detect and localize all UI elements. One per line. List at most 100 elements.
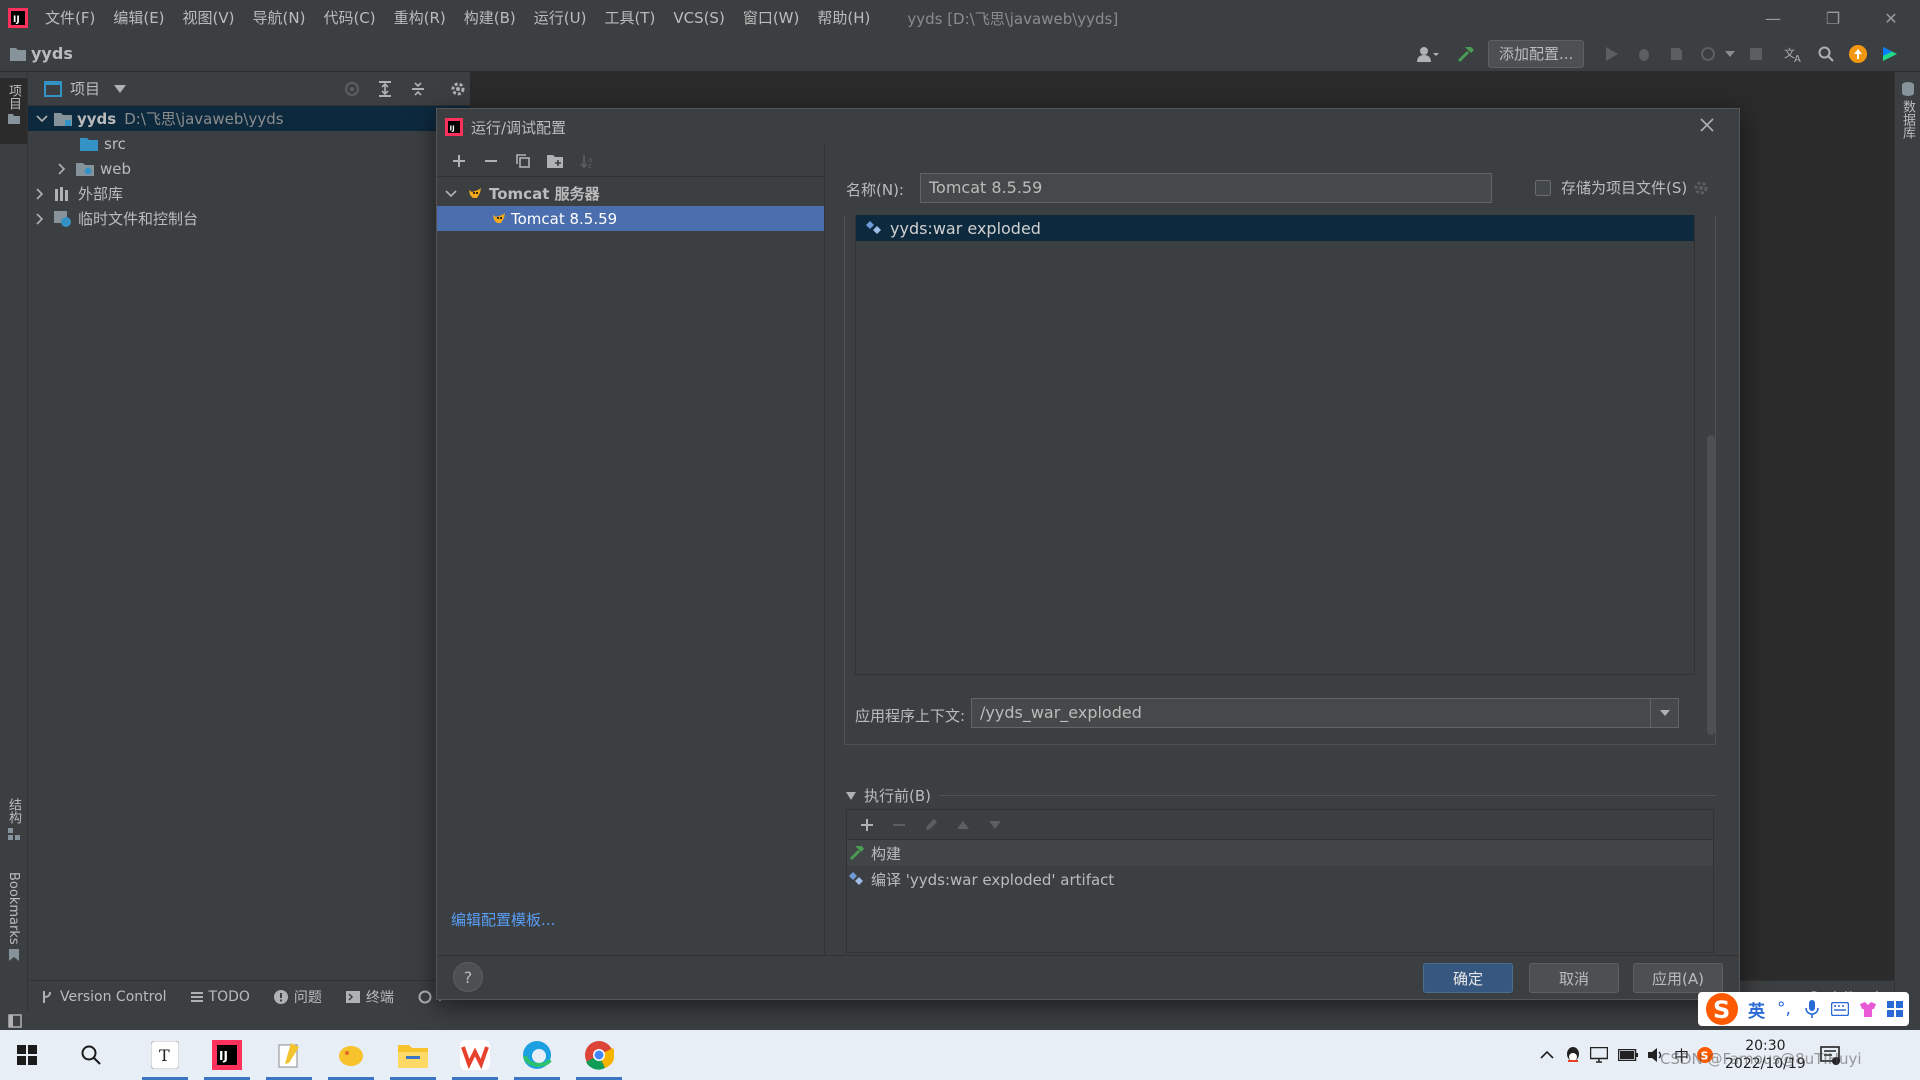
bookmarks-tool-tab[interactable]: Bookmarks	[0, 872, 27, 961]
expand-all-button[interactable]	[371, 75, 399, 103]
chevron-down-icon[interactable]	[1650, 699, 1678, 727]
run-button[interactable]	[1598, 40, 1626, 68]
tree-item-web[interactable]: web	[28, 156, 470, 181]
menu-run[interactable]: 运行(U)	[525, 0, 596, 36]
name-field[interactable]: Tomcat 8.5.59	[920, 173, 1492, 203]
toggle-tool-windows-icon[interactable]	[8, 1014, 22, 1028]
before-launch-header[interactable]: 执行前(B)	[846, 785, 1716, 806]
remove-configuration-button[interactable]	[477, 147, 505, 175]
taskbar-app-intellij[interactable]: IJ	[200, 1030, 254, 1080]
taskbar-app-notes[interactable]	[262, 1030, 316, 1080]
menu-refactor[interactable]: 重构(R)	[385, 0, 455, 36]
store-as-project-file-checkbox[interactable]: 存储为项目文件(S)	[1535, 177, 1709, 198]
close-window-button[interactable]: ✕	[1862, 0, 1920, 36]
coverage-button[interactable]	[1662, 40, 1690, 68]
tree-item-tomcat-group[interactable]: Tomcat 服务器	[437, 181, 824, 206]
dialog-close-button[interactable]	[1699, 117, 1715, 133]
more-run-actions[interactable]	[1722, 40, 1738, 68]
menu-view[interactable]: 视图(V)	[174, 0, 244, 36]
microphone-icon[interactable]	[1805, 1000, 1819, 1018]
menu-edit[interactable]: 编辑(E)	[104, 0, 173, 36]
terminal-tab[interactable]: 终端	[345, 987, 394, 1007]
application-context-combobox[interactable]: /yyds_war_exploded	[971, 698, 1679, 728]
edit-task-button[interactable]	[917, 811, 945, 839]
ime-language[interactable]: 英	[1748, 997, 1765, 1022]
menu-tools[interactable]: 工具(T)	[595, 0, 664, 36]
move-to-folder-button[interactable]	[541, 147, 569, 175]
chevron-up-icon[interactable]	[1540, 1051, 1554, 1059]
taskbar-app-edge[interactable]	[510, 1030, 564, 1080]
todo-tab[interactable]: TODO	[190, 989, 250, 1005]
remove-task-button[interactable]	[885, 811, 913, 839]
stop-button[interactable]	[1742, 40, 1770, 68]
taskbar-app-explorer[interactable]	[386, 1030, 440, 1080]
edit-configuration-templates-link[interactable]: 编辑配置模板...	[451, 909, 555, 930]
sogou-logo-icon[interactable]: S	[1704, 992, 1740, 1026]
toolbox-grid-icon[interactable]	[1886, 1001, 1903, 1017]
network-icon[interactable]	[1590, 1047, 1608, 1063]
gear-icon[interactable]	[1693, 180, 1709, 196]
move-task-down-button[interactable]	[981, 811, 1009, 839]
minimize-button[interactable]: —	[1744, 0, 1802, 36]
deployment-item[interactable]: yyds:war exploded	[856, 215, 1694, 241]
project-tool-tab[interactable]: 项目	[0, 78, 27, 144]
panel-settings-button[interactable]	[444, 75, 472, 103]
task-item[interactable]: 编译 'yyds:war exploded' artifact	[847, 866, 1713, 892]
restore-button[interactable]: ❐	[1804, 0, 1862, 36]
account-button[interactable]	[1410, 40, 1446, 68]
skin-icon[interactable]	[1859, 1001, 1877, 1017]
translate-button[interactable]: 文A	[1780, 40, 1808, 68]
add-configuration-button[interactable]	[445, 147, 473, 175]
problems-tab[interactable]: 问题	[273, 987, 322, 1007]
tree-item-external-libraries[interactable]: 外部库	[28, 181, 470, 206]
collapse-all-button[interactable]	[404, 75, 432, 103]
build-button[interactable]	[1452, 40, 1480, 68]
crosshair-icon	[344, 81, 360, 97]
locate-file-button[interactable]	[338, 75, 366, 103]
project-view-title[interactable]: 项目	[70, 78, 100, 99]
copy-configuration-button[interactable]	[509, 147, 537, 175]
menu-vcs[interactable]: VCS(S)	[664, 0, 733, 36]
database-tool-tab[interactable]: 数据库	[1895, 82, 1920, 139]
add-configuration-button[interactable]: 添加配置...	[1488, 40, 1585, 68]
punctuation-icon[interactable]: °,	[1777, 999, 1791, 1019]
cancel-button[interactable]: 取消	[1529, 963, 1619, 993]
menu-build[interactable]: 构建(B)	[455, 0, 525, 36]
sort-configurations-button[interactable]: az	[573, 147, 601, 175]
qq-icon[interactable]	[1566, 1046, 1580, 1064]
menu-help[interactable]: 帮助(H)	[808, 0, 879, 36]
intellij-logo-icon[interactable]: IJ	[0, 0, 36, 36]
tree-item-src[interactable]: src	[28, 131, 470, 156]
task-item[interactable]: 构建	[847, 840, 1713, 866]
help-button[interactable]: ?	[453, 962, 483, 992]
version-control-tab[interactable]: Version Control	[42, 989, 167, 1005]
structure-tool-tab[interactable]: 结构	[0, 798, 27, 840]
jetbrains-toolbox-button[interactable]	[1876, 40, 1904, 68]
search-taskbar-button[interactable]	[64, 1030, 118, 1080]
tree-item-tomcat-config[interactable]: Tomcat 8.5.59	[437, 206, 824, 231]
move-task-up-button[interactable]	[949, 811, 977, 839]
ok-button[interactable]: 确定	[1423, 963, 1513, 993]
taskbar-app-wps[interactable]	[448, 1030, 502, 1080]
scrollbar-thumb[interactable]	[1707, 435, 1715, 735]
taskbar-app-paint[interactable]	[324, 1030, 378, 1080]
updates-button[interactable]	[1844, 40, 1872, 68]
apply-button[interactable]: 应用(A)	[1633, 963, 1723, 993]
breadcrumb[interactable]: yyds	[0, 44, 73, 63]
menu-code[interactable]: 代码(C)	[314, 0, 384, 36]
profile-button[interactable]	[1694, 40, 1722, 68]
keyboard-icon[interactable]	[1830, 1002, 1849, 1016]
debug-button[interactable]	[1630, 40, 1658, 68]
battery-icon[interactable]	[1618, 1049, 1638, 1061]
menu-window[interactable]: 窗口(W)	[734, 0, 809, 36]
tree-item-scratches[interactable]: 临时文件和控制台	[28, 206, 470, 231]
view-dropdown[interactable]	[114, 84, 127, 93]
search-everywhere-button[interactable]	[1812, 40, 1840, 68]
taskbar-app-chrome[interactable]	[572, 1030, 626, 1080]
menu-file[interactable]: 文件(F)	[36, 0, 104, 36]
start-button[interactable]	[0, 1030, 54, 1080]
tree-item-root[interactable]: yyds D:\飞思\javaweb\yyds	[28, 106, 470, 131]
add-task-button[interactable]	[853, 811, 881, 839]
taskbar-app-typora[interactable]: T	[138, 1030, 192, 1080]
menu-navigate[interactable]: 导航(N)	[244, 0, 315, 36]
